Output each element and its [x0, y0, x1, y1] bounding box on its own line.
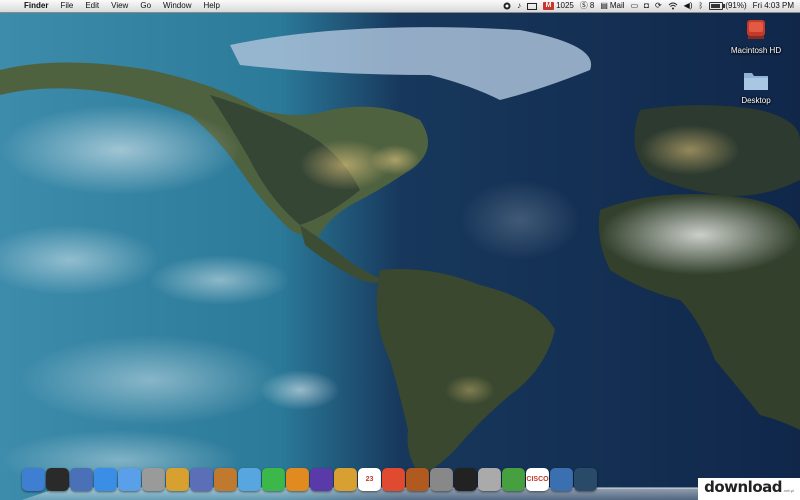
volume-icon[interactable]: ◀) [684, 0, 693, 12]
hard-drive-icon [747, 20, 765, 39]
menu-window[interactable]: Window [157, 0, 197, 12]
earth-wallpaper [0, 0, 800, 500]
dock-app-dashboard[interactable] [46, 468, 69, 491]
dock-app-app[interactable] [334, 468, 357, 491]
dock-app-bitcoin[interactable] [190, 468, 213, 491]
chat-icon[interactable]: ◘ [644, 0, 649, 12]
dock-app-finder[interactable] [22, 468, 45, 491]
clock[interactable]: Fri 4:03 PM [753, 0, 794, 12]
dock-app-address-book[interactable] [214, 468, 237, 491]
watermark-text: download [704, 478, 782, 496]
mail-status[interactable]: ▤ Mail [600, 0, 624, 12]
watermark: download .net.pl [698, 478, 800, 500]
dock-app-pages[interactable] [166, 468, 189, 491]
gmail-notifier[interactable]: M 1025 [543, 0, 574, 12]
menu-go[interactable]: Go [134, 0, 157, 12]
dock: 23 CISCO [22, 465, 792, 500]
menu-file[interactable]: File [54, 0, 79, 12]
gmail-count: 1025 [556, 1, 574, 10]
gmail-icon: M [543, 2, 555, 10]
dock-app-calculator[interactable] [478, 468, 501, 491]
dock-app-cisco[interactable]: CISCO [526, 468, 549, 491]
desktop-icon-macintosh-hd[interactable]: Macintosh HD [724, 16, 788, 55]
calendar-icon: 23 [365, 476, 374, 483]
mail-icon: ▤ [600, 1, 608, 10]
dock-app-calendar[interactable]: 23 [358, 468, 381, 491]
dock-app-color-sync[interactable] [382, 468, 405, 491]
display-icon[interactable]: ▭ [631, 0, 639, 12]
dock-app-utility[interactable] [430, 468, 453, 491]
dock-app-phrase[interactable] [238, 468, 261, 491]
dock-app-bull[interactable] [406, 468, 429, 491]
desktop-icon-desktop[interactable]: Desktop [724, 68, 788, 105]
dock-app-preview[interactable] [70, 468, 93, 491]
skype-count: 8 [589, 1, 595, 10]
wifi-icon[interactable] [668, 0, 678, 12]
battery-icon [709, 2, 726, 10]
dock-app-itunes[interactable] [118, 468, 141, 491]
dock-app-yahoo[interactable] [310, 468, 333, 491]
dock-app-leaf[interactable] [502, 468, 525, 491]
menu-help[interactable]: Help [197, 0, 225, 12]
dock-app-font-book[interactable] [142, 468, 165, 491]
dock-app-time-machine[interactable] [550, 468, 573, 491]
dock-app-network[interactable] [262, 468, 285, 491]
dock-app-safari[interactable] [94, 468, 117, 491]
skype-notifier[interactable]: Ⓢ 8 [580, 0, 594, 12]
bluetooth-icon[interactable]: ᛒ [699, 0, 704, 12]
screen-icon[interactable] [527, 0, 538, 12]
menu-bar: Finder File Edit View Go Window Help ♪ M… [0, 0, 800, 13]
watermark-sub: .net.pl [782, 488, 794, 493]
desktop-icon-label: Macintosh HD [730, 46, 782, 55]
folder-icon [744, 73, 768, 90]
desktop-icon-label: Desktop [741, 96, 771, 105]
menu-app-name[interactable]: Finder [18, 0, 54, 12]
menu-edit[interactable]: Edit [79, 0, 105, 12]
dock-app-pen[interactable] [286, 468, 309, 491]
cisco-icon: CISCO [526, 476, 549, 483]
apple-menu-icon[interactable] [6, 0, 18, 12]
battery-label: (91%) [725, 1, 747, 10]
music-note-icon[interactable]: ♪ [517, 0, 521, 12]
dock-app-spaces[interactable] [574, 468, 597, 491]
menu-view[interactable]: View [105, 0, 134, 12]
dock-app-terminal[interactable] [454, 468, 477, 491]
skype-icon: Ⓢ [579, 1, 588, 10]
skype-status-icon[interactable] [503, 0, 511, 12]
mail-label: Mail [609, 1, 625, 10]
sync-icon[interactable]: ⟳ [655, 0, 662, 12]
battery-status[interactable]: (91%) [709, 0, 747, 12]
dock-apps: 23 CISCO [22, 468, 597, 491]
